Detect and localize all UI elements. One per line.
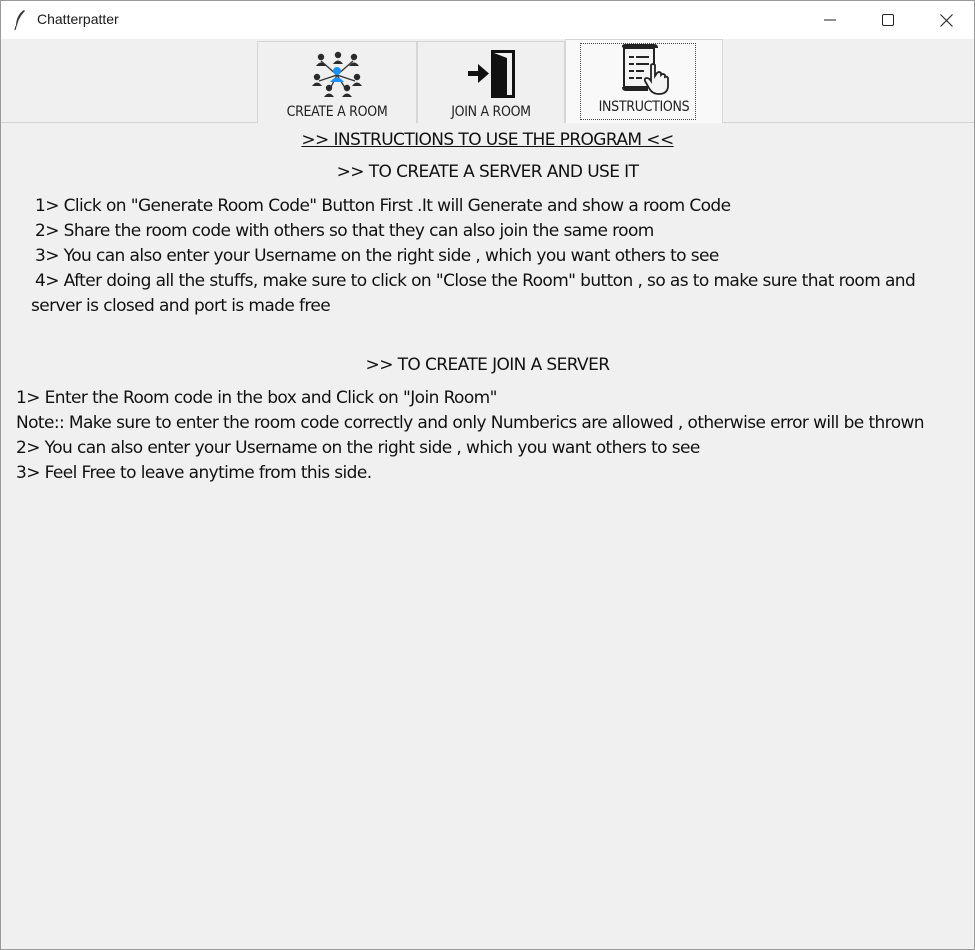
join-step-1: 1> Enter the Room code in the box and Cl…: [16, 388, 497, 408]
instructions-heading: >> INSTRUCTIONS TO USE THE PROGRAM <<: [301, 130, 674, 150]
instructions-panel: >> INSTRUCTIONS TO USE THE PROGRAM << >>…: [1, 124, 974, 950]
join-section-title: >> TO CREATE JOIN A SERVER: [365, 355, 610, 375]
server-step-2: 2> Share the room code with others so th…: [35, 221, 654, 241]
server-step-4-continued: server is closed and port is made free: [31, 296, 331, 316]
maximize-button[interactable]: [859, 1, 917, 39]
door-enter-icon: [468, 50, 515, 98]
tab-create-room-label: CREATE A ROOM: [286, 104, 388, 120]
tab-join-room-label: JOIN A ROOM: [451, 104, 531, 120]
app-window: Chatterpatter CREATE A ROOM JOIN A ROOM …: [0, 0, 975, 950]
people-network-icon: [312, 51, 362, 97]
tab-join-room[interactable]: JOIN A ROOM: [417, 41, 565, 123]
join-note: Note:: Make sure to enter the room code …: [16, 413, 925, 433]
focus-rectangle: [580, 43, 696, 120]
server-step-4: 4> After doing all the stuffs, make sure…: [35, 271, 916, 291]
tab-create-room[interactable]: CREATE A ROOM: [257, 41, 417, 123]
join-step-3: 3> Feel Free to leave anytime from this …: [16, 463, 372, 483]
minimize-icon: [824, 19, 836, 21]
server-step-1: 1> Click on "Generate Room Code" Button …: [35, 196, 731, 216]
close-icon: [939, 13, 953, 27]
minimize-button[interactable]: [801, 1, 859, 39]
join-step-2: 2> You can also enter your Username on t…: [16, 438, 700, 458]
close-button[interactable]: [917, 1, 975, 39]
server-step-3: 3> You can also enter your Username on t…: [35, 246, 719, 266]
feather-icon: [14, 10, 25, 31]
tab-strip: CREATE A ROOM JOIN A ROOM INSTRUCTIONS: [1, 39, 974, 123]
tab-instructions[interactable]: INSTRUCTIONS: [565, 39, 723, 123]
window-title: Chatterpatter: [37, 11, 119, 27]
server-section-title: >> TO CREATE A SERVER AND USE IT: [336, 162, 639, 182]
title-bar[interactable]: Chatterpatter: [1, 1, 974, 39]
maximize-icon: [882, 14, 894, 26]
